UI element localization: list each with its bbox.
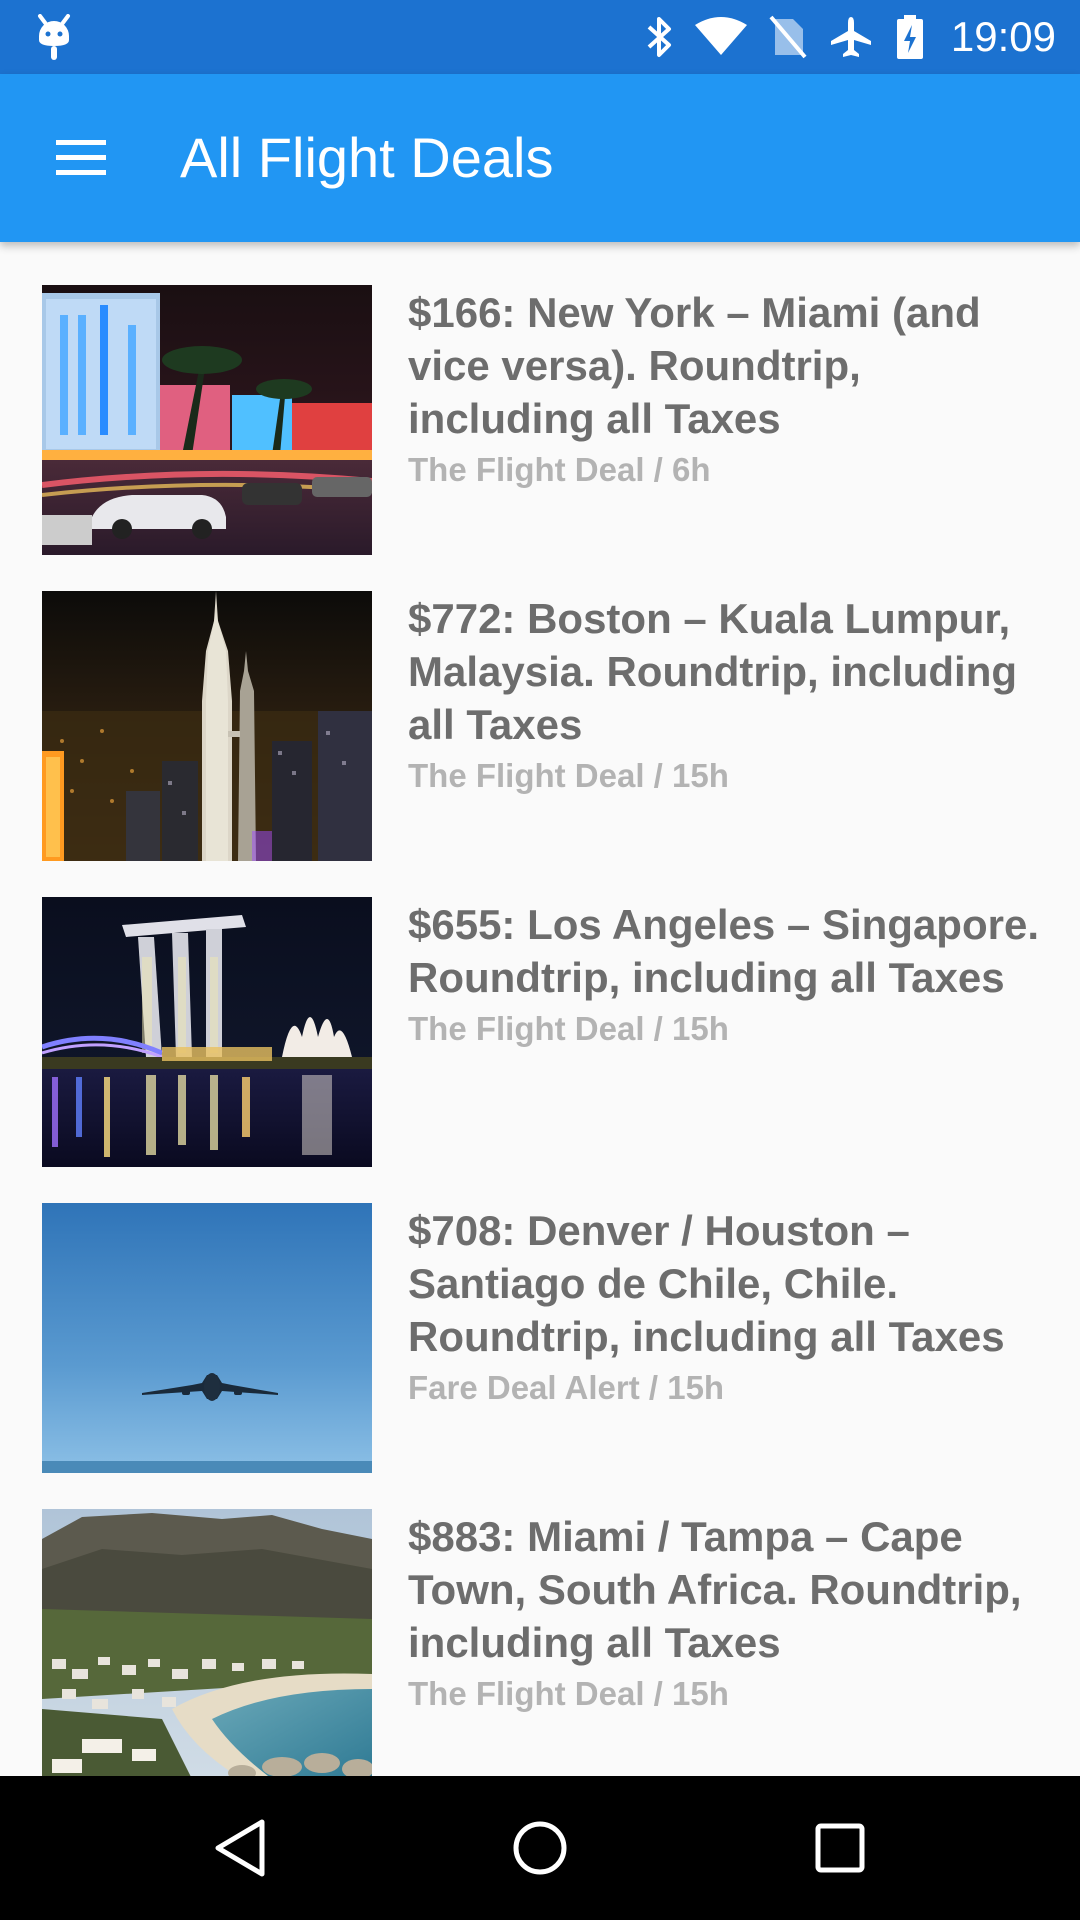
deal-item[interactable]: $708: Denver / Houston – Santiago de Chi… (0, 1160, 1080, 1473)
deal-source: The Flight Deal / 15h (408, 757, 729, 794)
navigation-bar (0, 1776, 1080, 1920)
deal-list[interactable]: $166: New York – Miami (and vice versa).… (0, 242, 1080, 1776)
deal-text: $772: Boston – Kuala Lumpur, Malaysia. R… (408, 592, 1044, 798)
status-bar: 19:09 (0, 0, 1080, 74)
deal-text: $883: Miami / Tampa – Cape Town, South A… (408, 1510, 1044, 1716)
deal-item[interactable]: $883: Miami / Tampa – Cape Town, South A… (0, 1466, 1080, 1776)
cape-town-coast-photo (42, 1509, 372, 1776)
deal-source: The Flight Deal / 15h (408, 1010, 729, 1047)
deal-source: Fare Deal Alert / 15h (408, 1369, 725, 1406)
miami-night-street-photo (42, 285, 372, 555)
deal-source: The Flight Deal / 15h (408, 1675, 729, 1712)
wifi-icon (694, 17, 747, 57)
back-icon[interactable] (204, 1812, 276, 1884)
deal-item[interactable]: $655: Los Angeles – Singapore. Roundtrip… (0, 854, 1080, 1167)
singapore-marina-bay-night-photo (42, 897, 372, 1167)
airplane-blue-sky-photo (42, 1203, 372, 1473)
no-sim-icon (769, 15, 807, 59)
battery-charging-icon (895, 13, 925, 61)
page-title: All Flight Deals (180, 126, 554, 189)
deal-text: $655: Los Angeles – Singapore. Roundtrip… (408, 898, 1044, 1051)
deal-title: $708: Denver / Houston – Santiago de Chi… (408, 1207, 1005, 1360)
status-icons: 19:09 (645, 0, 1056, 74)
deal-text: $708: Denver / Houston – Santiago de Chi… (408, 1204, 1044, 1410)
home-icon[interactable] (504, 1812, 576, 1884)
recents-icon[interactable] (804, 1812, 876, 1884)
deal-title: $772: Boston – Kuala Lumpur, Malaysia. R… (408, 595, 1018, 748)
deal-source: The Flight Deal / 6h (408, 451, 711, 488)
kuala-lumpur-towers-night-photo (42, 591, 372, 861)
bluetooth-icon (645, 15, 673, 59)
deal-item[interactable]: $772: Boston – Kuala Lumpur, Malaysia. R… (0, 548, 1080, 861)
deal-title: $883: Miami / Tampa – Cape Town, South A… (408, 1513, 1022, 1666)
deal-item[interactable]: $166: New York – Miami (and vice versa).… (0, 242, 1080, 555)
status-time: 19:09 (950, 13, 1056, 60)
hamburger-menu-icon[interactable] (48, 130, 114, 186)
deal-text: $166: New York – Miami (and vice versa).… (408, 286, 1044, 492)
deal-title: $655: Los Angeles – Singapore. Roundtrip… (408, 901, 1039, 1001)
deal-title: $166: New York – Miami (and vice versa).… (408, 289, 981, 442)
app-bar: All Flight Deals (0, 74, 1080, 242)
android-debug-icon (36, 14, 72, 62)
airplane-icon (829, 15, 873, 59)
